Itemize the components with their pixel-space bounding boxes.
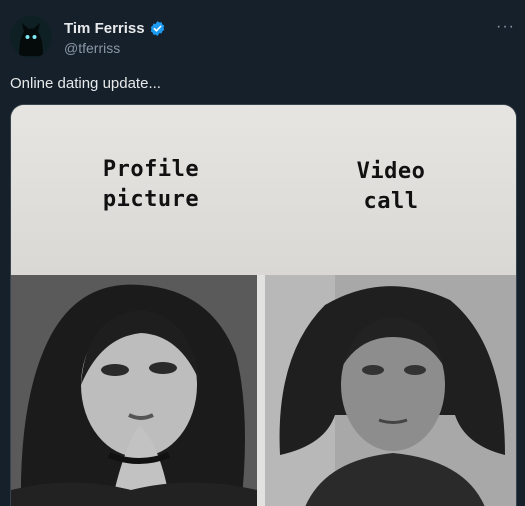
right-caption: Video call (311, 157, 471, 217)
right-caption-line2: call (363, 189, 419, 214)
video-call-photo (265, 275, 516, 506)
profile-picture-photo (11, 275, 257, 506)
more-options-icon[interactable]: ··· (496, 18, 515, 36)
black-cat-avatar-icon (10, 16, 52, 58)
tweet-media-image[interactable]: Profile picture Video call (10, 104, 517, 506)
author-name[interactable]: Tim Ferriss (64, 20, 145, 37)
left-caption: Profile picture (71, 155, 231, 215)
author-avatar[interactable] (10, 16, 52, 58)
author-name-row: Tim Ferriss (64, 20, 166, 37)
tweet-text: Online dating update... (10, 75, 161, 92)
photo-divider (257, 275, 265, 506)
left-caption-line2: picture (102, 187, 200, 212)
right-caption-line1: Video (356, 159, 426, 184)
author-handle[interactable]: @tferriss (64, 40, 120, 56)
left-caption-line1: Profile (102, 157, 200, 182)
verified-badge-icon (150, 21, 164, 36)
